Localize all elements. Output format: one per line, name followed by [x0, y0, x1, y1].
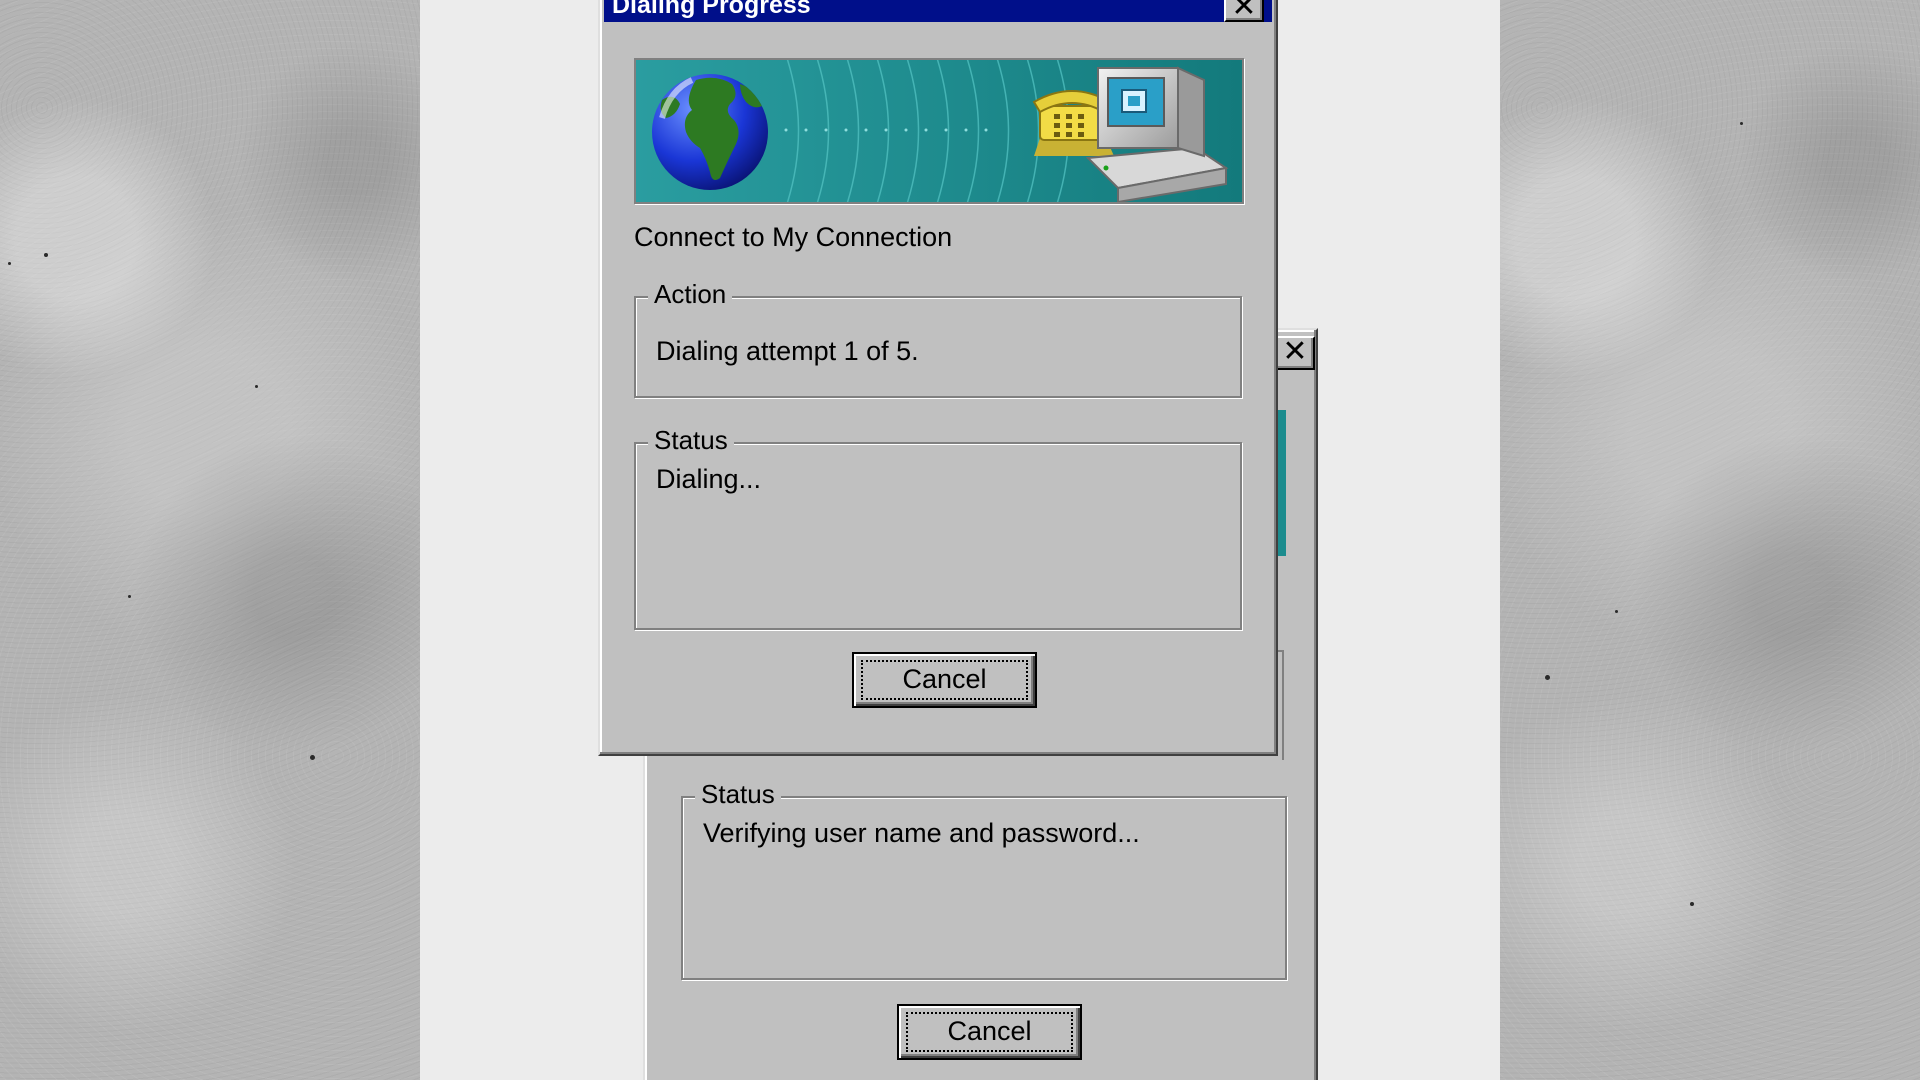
close-button[interactable]: ✕ [1224, 0, 1264, 22]
speck [1545, 675, 1550, 680]
status-group-label: Status [648, 424, 734, 456]
banner-graphic [636, 60, 1242, 202]
screen: ✕ Status Verifying user name and passwor… [0, 0, 1920, 1080]
status-group-label: Status [695, 778, 781, 810]
speck [44, 253, 48, 257]
speck [1690, 902, 1694, 906]
title-bar[interactable]: Dialing Progress [604, 0, 1272, 22]
action-text: Dialing attempt 1 of 5. [656, 336, 919, 366]
left-texture-panel [0, 0, 420, 1080]
speck [1740, 122, 1743, 125]
cancel-button[interactable]: Cancel [897, 1004, 1082, 1060]
speck [310, 755, 315, 760]
status-groupbox: Status Verifying user name and password.… [681, 778, 1287, 980]
globe-icon [652, 74, 768, 190]
cancel-button[interactable]: Cancel [852, 652, 1037, 708]
close-icon: ✕ [1282, 334, 1308, 369]
close-icon: ✕ [1231, 0, 1257, 24]
speck [1615, 610, 1618, 613]
dialing-progress-dialog: Dialing Progress ✕ Connect to My Connect… [598, 0, 1278, 756]
close-button[interactable]: ✕ [1275, 336, 1315, 370]
speck [255, 385, 258, 388]
action-group-label: Action [648, 278, 733, 310]
window-title: Dialing Progress [612, 0, 811, 19]
speck [128, 595, 131, 598]
cancel-button-label: Cancel [861, 660, 1028, 700]
action-groupbox: Action Dialing attempt 1 of 5. [634, 278, 1242, 398]
status-text: Dialing... [656, 464, 762, 494]
connect-label: Connect to My Connection [634, 222, 953, 252]
dialing-banner [634, 58, 1244, 204]
status-text: Verifying user name and password... [703, 818, 1140, 848]
right-texture-panel [1500, 0, 1920, 1080]
status-groupbox: Status Dialing... [634, 424, 1242, 630]
speck [8, 262, 11, 265]
cancel-button-label: Cancel [906, 1012, 1073, 1052]
